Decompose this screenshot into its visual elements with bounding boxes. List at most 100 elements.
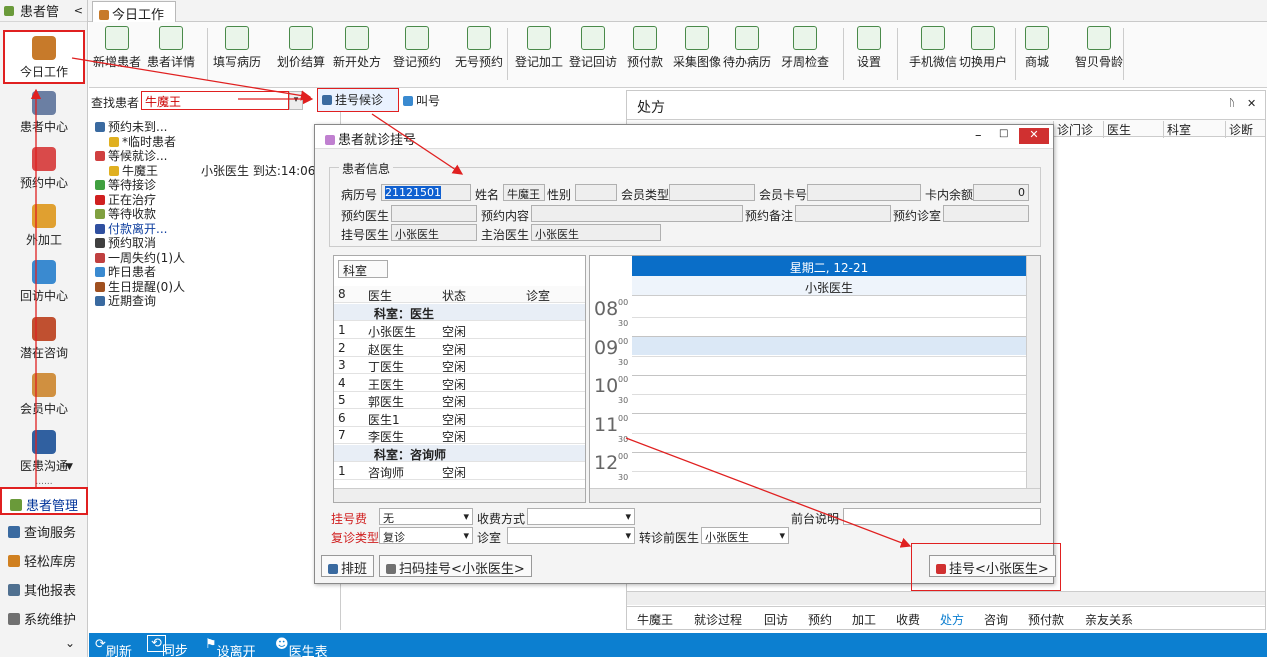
detail-tab[interactable]: 牛魔王 (637, 611, 673, 628)
nav-expand-icon[interactable]: ⌄ (65, 636, 75, 650)
doctor-row[interactable]: 1 咨询师 空闲 (334, 463, 585, 480)
ribbon-button-7[interactable]: 登记加工 (515, 26, 563, 70)
tab-today-work[interactable]: 今日工作 (92, 1, 176, 23)
nav-button-4[interactable]: 回访中心 (3, 256, 85, 310)
tree-item[interactable]: 昨日患者 (95, 265, 185, 280)
grid-col-header[interactable]: 医生 (368, 287, 392, 304)
doctor-row[interactable]: 2 赵医生 空闲 (334, 340, 585, 357)
search-dropdown-icon[interactable]: ▾ (289, 91, 303, 110)
nav-button-3[interactable]: 外加工 (3, 200, 85, 254)
grid-col-header[interactable]: 诊室 (526, 287, 550, 304)
collapse-icon[interactable]: < (74, 4, 83, 17)
schedule-hscrollbar[interactable] (590, 488, 1040, 502)
grid-group-row[interactable]: 科室：医生 (334, 304, 585, 321)
balance-field[interactable]: 0 (973, 184, 1029, 201)
col-header[interactable]: 诊断 (1225, 121, 1253, 138)
detail-tab[interactable]: 回访 (764, 611, 788, 628)
tree-item[interactable]: *临时患者 (95, 135, 185, 150)
ribbon-button-14[interactable]: 手机微信 (909, 26, 957, 70)
tree-item[interactable]: 等待收款 (95, 207, 185, 222)
tree-item[interactable]: 预约未到... (95, 120, 185, 135)
nav-menu-3[interactable]: 其他报表 (0, 574, 88, 602)
set-leave-button[interactable]: ⚑ 设离开 (205, 637, 256, 660)
nav-button-0[interactable]: 今日工作 (3, 30, 85, 84)
detail-tab[interactable]: 处方 (940, 611, 964, 628)
dialog-close-icon[interactable]: ✕ (1019, 128, 1049, 144)
appt-note-field[interactable] (795, 205, 891, 222)
tree-item[interactable]: 正在治疗 (95, 193, 185, 208)
nav-button-6[interactable]: 会员中心 (3, 369, 85, 423)
fee-select[interactable]: 无 ▾ (379, 508, 473, 525)
register-button[interactable]: 挂号<小张医生> (929, 555, 1056, 577)
ribbon-button-17[interactable]: 智贝骨龄 (1075, 26, 1123, 70)
nav-more-icon[interactable]: ▼ (66, 462, 73, 472)
col-header[interactable]: 医生 (1103, 121, 1131, 138)
detail-tab[interactable]: 预付款 (1028, 611, 1064, 628)
grid-col-header[interactable]: 状态 (442, 287, 466, 304)
tree-item[interactable]: 等候就诊... (95, 149, 185, 164)
nav-button-1[interactable]: 患者中心 (3, 87, 85, 141)
nav-header[interactable]: 患者管 < (0, 0, 87, 22)
detail-tab[interactable]: 预约 (808, 611, 832, 628)
appt-content-field[interactable] (531, 205, 743, 222)
tree-item[interactable]: 付款离开... (95, 222, 185, 237)
appt-doctor-field[interactable] (391, 205, 477, 222)
nav-button-2[interactable]: 预约中心 (3, 143, 85, 197)
revisit-type-select[interactable]: 复诊 ▾ (379, 527, 473, 544)
schedule-vscrollbar[interactable] (1026, 256, 1040, 488)
nav-more-dots[interactable]: ...... (0, 477, 88, 487)
ribbon-button-13[interactable]: 设置 (857, 26, 881, 70)
ribbon-button-10[interactable]: 采集图像 (673, 26, 721, 70)
ribbon-button-4[interactable]: 新开处方 (333, 26, 381, 70)
tree-item[interactable]: 牛魔王 小张医生 到达:14:06 (95, 164, 315, 179)
detail-tab[interactable]: 收费 (896, 611, 920, 628)
pay-method-select[interactable]: ▾ (527, 508, 635, 525)
doctor-row[interactable]: 6 医生1 空闲 (334, 410, 585, 427)
col-header[interactable]: 诊门诊 (1053, 121, 1093, 138)
ribbon-button-9[interactable]: 预付款 (627, 26, 663, 70)
ribbon-button-16[interactable]: 商城 (1025, 26, 1049, 70)
horizontal-scrollbar[interactable] (627, 591, 1265, 605)
group-by-chip[interactable]: 科室 (338, 260, 388, 278)
ribbon-button-8[interactable]: 登记回访 (569, 26, 617, 70)
scan-register-button[interactable]: 扫码挂号<小张医生> (379, 555, 532, 577)
reg-doctor-field[interactable]: 小张医生 (391, 224, 477, 241)
ribbon-button-6[interactable]: 无号预约 (455, 26, 503, 70)
tree-item[interactable]: 生日提醒(0)人 (95, 280, 185, 295)
ribbon-button-1[interactable]: 患者详情 (147, 26, 195, 70)
member-type-field[interactable] (669, 184, 755, 201)
name-field[interactable]: 牛魔王 (503, 184, 545, 201)
detail-tab[interactable]: 加工 (852, 611, 876, 628)
sync-button[interactable]: ⟲ 同步 (147, 635, 188, 659)
col-header[interactable]: 科室 (1163, 121, 1191, 138)
search-input[interactable]: 牛魔王 (141, 91, 289, 110)
appt-room-field[interactable] (943, 205, 1029, 222)
tree-item[interactable]: 等待接诊 (95, 178, 185, 193)
nav-menu-2[interactable]: 轻松库房 (0, 545, 88, 573)
gender-field[interactable] (575, 184, 617, 201)
schedule-button[interactable]: 排班 (321, 555, 375, 577)
detail-tab[interactable]: 就诊过程 (694, 611, 742, 628)
refresh-button[interactable]: ⟳ 刷新 (95, 637, 132, 660)
ribbon-button-0[interactable]: 新增患者 (93, 26, 141, 70)
front-desk-note-field[interactable] (843, 508, 1041, 525)
doctor-table-button[interactable]: ☻ 医生表 (275, 637, 328, 660)
tree-item[interactable]: 预约取消 (95, 236, 185, 251)
ribbon-button-15[interactable]: 切换用户 (959, 26, 1007, 70)
nav-menu-0[interactable]: 患者管理 (0, 487, 88, 515)
doctor-row[interactable]: 7 李医生 空闲 (334, 427, 585, 444)
ribbon-button-5[interactable]: 登记预约 (393, 26, 441, 70)
selected-slot[interactable] (632, 337, 1026, 355)
chart-no-field[interactable]: 21121501 (381, 184, 471, 201)
tree-item[interactable]: 一周失约(1)人 (95, 251, 185, 266)
grid-scrollbar[interactable] (334, 488, 585, 502)
call-number-button[interactable]: 叫号 (403, 92, 440, 109)
room-select[interactable]: ▾ (507, 527, 635, 544)
doctor-row[interactable]: 4 王医生 空闲 (334, 375, 585, 392)
ribbon-button-12[interactable]: 牙周检查 (781, 26, 829, 70)
main-doctor-field[interactable]: 小张医生 (531, 224, 661, 241)
ribbon-button-3[interactable]: 划价结算 (277, 26, 325, 70)
grid-group-row[interactable]: 科室：咨询师 (334, 444, 585, 462)
doctor-row[interactable]: 5 郭医生 空闲 (334, 392, 585, 409)
ribbon-button-2[interactable]: 填写病历 (213, 26, 261, 70)
